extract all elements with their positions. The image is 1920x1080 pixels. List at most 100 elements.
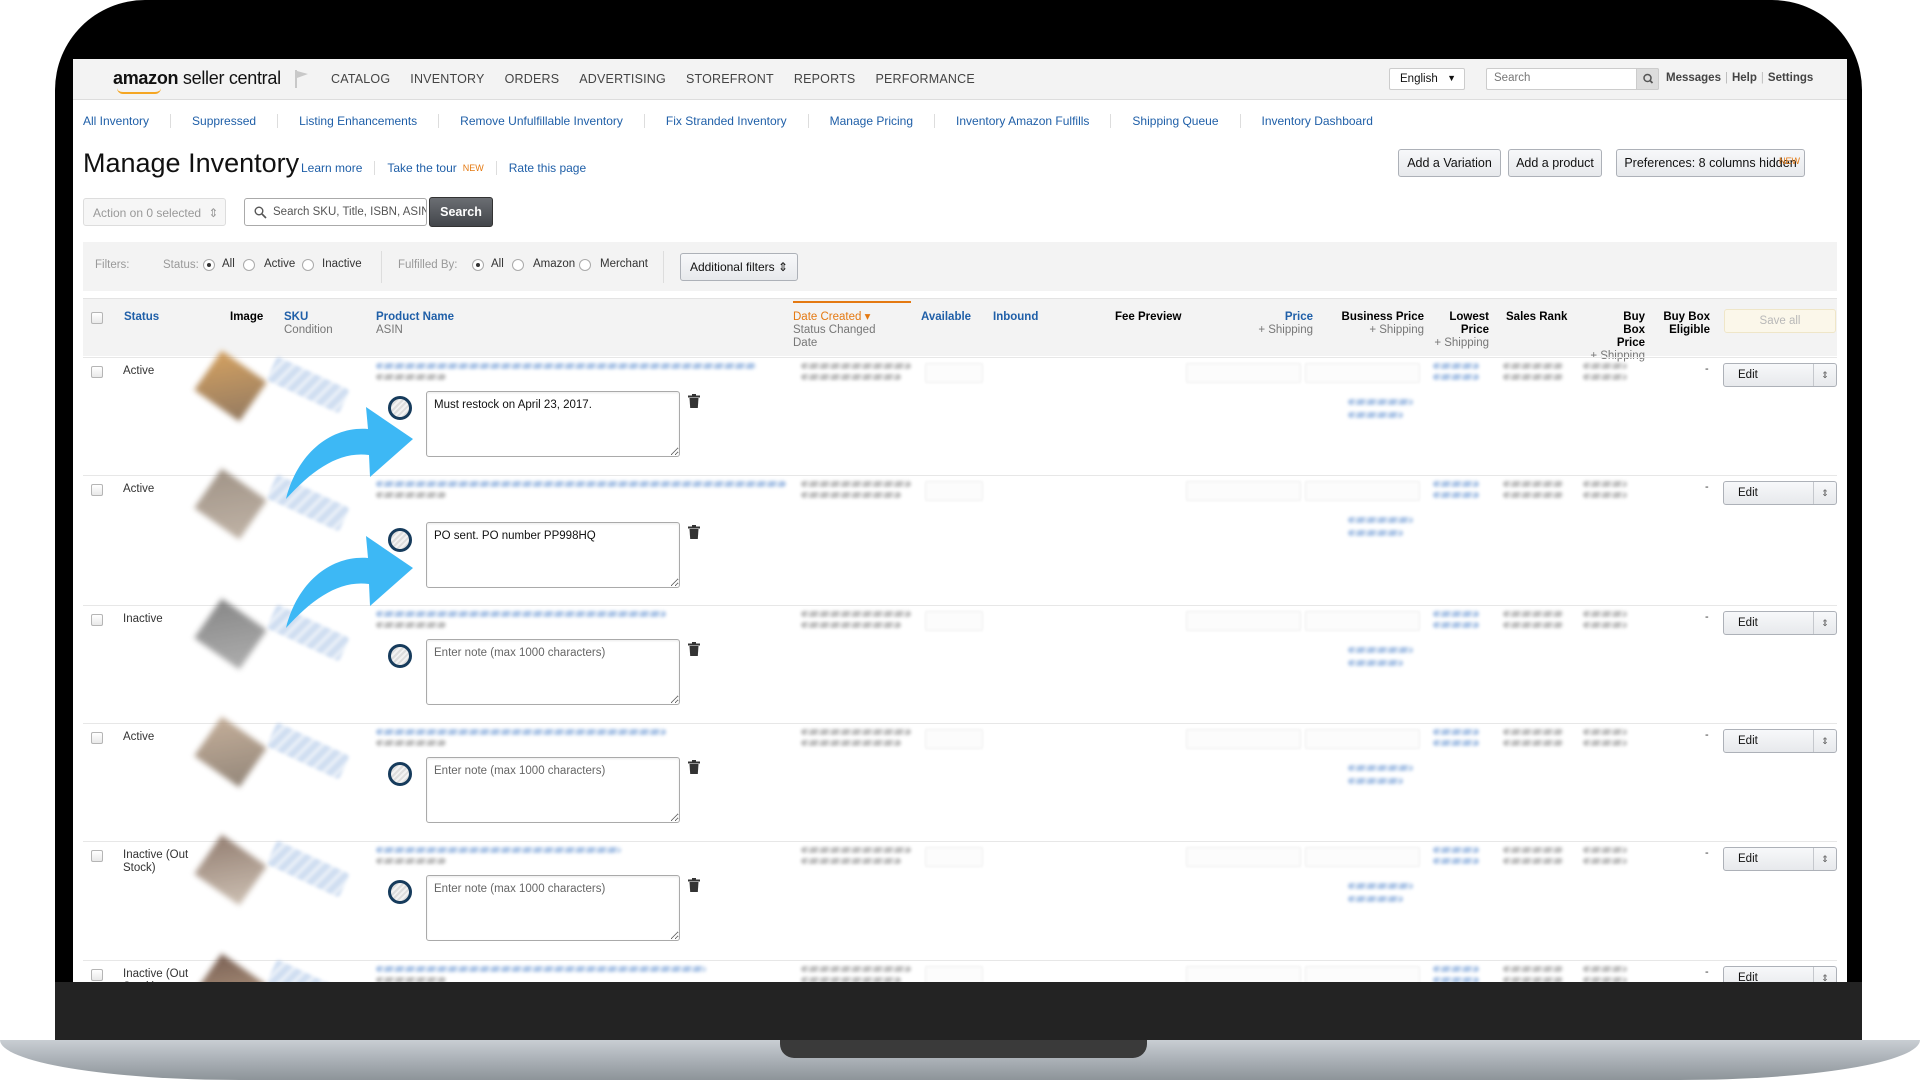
col-price[interactable]: Price + Shipping: [1243, 311, 1313, 337]
business-price-link-blurred[interactable]: [1348, 660, 1403, 666]
edit-dropdown-button[interactable]: Edit ⇕: [1723, 966, 1837, 982]
note-textarea[interactable]: [426, 391, 680, 457]
subnav-listing-enhancements[interactable]: Listing Enhancements: [299, 114, 417, 128]
edit-dropdown-button[interactable]: Edit ⇕: [1723, 847, 1837, 871]
product-image[interactable]: [194, 716, 267, 788]
row-checkbox[interactable]: [91, 732, 103, 744]
row-checkbox[interactable]: [91, 484, 103, 496]
business-price-link-blurred[interactable]: [1348, 765, 1413, 771]
product-name-link-blurred[interactable]: [376, 611, 666, 617]
price-input[interactable]: [1186, 966, 1301, 982]
edit-dropdown-button[interactable]: Edit ⇕: [1723, 481, 1837, 505]
price-input[interactable]: [1186, 363, 1301, 383]
available-qty-input[interactable]: [925, 481, 983, 501]
fulfilled-merchant-radio[interactable]: [579, 259, 591, 271]
status-all-label[interactable]: All: [222, 258, 235, 270]
updown-icon[interactable]: ⇕: [1813, 364, 1836, 386]
updown-icon[interactable]: ⇕: [1813, 848, 1836, 870]
business-price-input[interactable]: [1305, 847, 1420, 867]
business-price-link-blurred[interactable]: [1348, 399, 1413, 405]
business-price-link-blurred[interactable]: [1348, 647, 1413, 653]
subnav-shipping-queue[interactable]: Shipping Queue: [1132, 114, 1218, 128]
business-price-input[interactable]: [1305, 966, 1420, 982]
row-checkbox[interactable]: [91, 366, 103, 378]
sku-link-blurred[interactable]: [266, 959, 350, 982]
top-search-input[interactable]: Search: [1486, 68, 1659, 90]
available-qty-input[interactable]: [925, 363, 983, 383]
price-input[interactable]: [1186, 611, 1301, 631]
business-price-link-blurred[interactable]: [1348, 883, 1413, 889]
business-price-link-blurred[interactable]: [1348, 412, 1403, 418]
price-input[interactable]: [1186, 481, 1301, 501]
rate-page-link[interactable]: Rate this page: [509, 161, 586, 175]
note-status-circle-icon[interactable]: [388, 644, 412, 668]
status-active-label[interactable]: Active: [264, 258, 295, 270]
col-available[interactable]: Available: [921, 311, 971, 324]
fulfilled-merchant-label[interactable]: Merchant: [600, 258, 648, 270]
note-textarea[interactable]: [426, 875, 680, 941]
product-name-link-blurred[interactable]: [376, 847, 621, 853]
status-all-radio[interactable]: [203, 259, 215, 271]
help-link[interactable]: Help: [1732, 72, 1757, 84]
note-textarea[interactable]: [426, 757, 680, 823]
row-checkbox[interactable]: [91, 614, 103, 626]
subnav-manage-pricing[interactable]: Manage Pricing: [830, 114, 913, 128]
fulfilled-amazon-label[interactable]: Amazon: [533, 258, 575, 270]
trash-icon[interactable]: [688, 394, 700, 408]
menu-reports[interactable]: REPORTS: [794, 72, 856, 86]
edit-dropdown-button[interactable]: Edit ⇕: [1723, 363, 1837, 387]
search-button[interactable]: Search: [429, 197, 493, 227]
take-tour-link[interactable]: Take the tour: [387, 161, 456, 175]
seller-central-logo[interactable]: amazon seller central: [113, 68, 281, 94]
price-input[interactable]: [1186, 847, 1301, 867]
bulk-action-select[interactable]: Action on 0 selected ⇕: [83, 198, 226, 226]
trash-icon[interactable]: [688, 760, 700, 774]
note-status-circle-icon[interactable]: [388, 880, 412, 904]
row-checkbox[interactable]: [91, 969, 103, 981]
trash-icon[interactable]: [688, 525, 700, 539]
note-textarea[interactable]: [426, 522, 680, 588]
product-name-link-blurred[interactable]: [376, 966, 706, 972]
add-variation-button[interactable]: Add a Variation: [1398, 149, 1501, 177]
menu-catalog[interactable]: CATALOG: [331, 72, 390, 86]
status-active-radio[interactable]: [243, 259, 255, 271]
menu-inventory[interactable]: INVENTORY: [410, 72, 484, 86]
subnav-inventory-dashboard[interactable]: Inventory Dashboard: [1262, 114, 1373, 128]
available-qty-input[interactable]: [925, 729, 983, 749]
product-name-link-blurred[interactable]: [376, 363, 756, 369]
status-inactive-label[interactable]: Inactive: [322, 258, 362, 270]
product-image[interactable]: [194, 350, 267, 422]
updown-icon[interactable]: ⇕: [1813, 612, 1836, 634]
menu-performance[interactable]: PERFORMANCE: [875, 72, 974, 86]
add-product-button[interactable]: Add a product: [1508, 149, 1602, 177]
price-input[interactable]: [1186, 729, 1301, 749]
menu-storefront[interactable]: STOREFRONT: [686, 72, 774, 86]
menu-advertising[interactable]: ADVERTISING: [579, 72, 666, 86]
additional-filters-button[interactable]: Additional filters ⇕: [680, 253, 798, 281]
trash-icon[interactable]: [688, 642, 700, 656]
col-sku[interactable]: SKU Condition: [284, 311, 333, 337]
col-status[interactable]: Status: [124, 311, 159, 324]
business-price-input[interactable]: [1305, 481, 1420, 501]
business-price-link-blurred[interactable]: [1348, 778, 1403, 784]
product-image[interactable]: [194, 468, 267, 540]
note-status-circle-icon[interactable]: [388, 762, 412, 786]
menu-orders[interactable]: ORDERS: [505, 72, 560, 86]
preferences-button[interactable]: Preferences: 8 columns hidden: [1616, 149, 1805, 177]
fulfilled-all-label[interactable]: All: [491, 258, 504, 270]
sku-link-blurred[interactable]: [266, 722, 350, 780]
status-inactive-radio[interactable]: [302, 259, 314, 271]
subnav-inventory-amazon-fulfills[interactable]: Inventory Amazon Fulfills: [956, 114, 1089, 128]
edit-dropdown-button[interactable]: Edit ⇕: [1723, 611, 1837, 635]
business-price-link-blurred[interactable]: [1348, 896, 1403, 902]
business-price-link-blurred[interactable]: [1348, 517, 1413, 523]
trash-icon[interactable]: [688, 878, 700, 892]
col-product-name[interactable]: Product Name ASIN: [376, 311, 454, 337]
business-price-input[interactable]: [1305, 729, 1420, 749]
available-qty-input[interactable]: [925, 611, 983, 631]
sku-link-blurred[interactable]: [266, 840, 350, 898]
subnav-fix-stranded[interactable]: Fix Stranded Inventory: [666, 114, 787, 128]
fulfilled-amazon-radio[interactable]: [512, 259, 524, 271]
row-checkbox[interactable]: [91, 850, 103, 862]
select-all-checkbox[interactable]: [91, 312, 103, 324]
